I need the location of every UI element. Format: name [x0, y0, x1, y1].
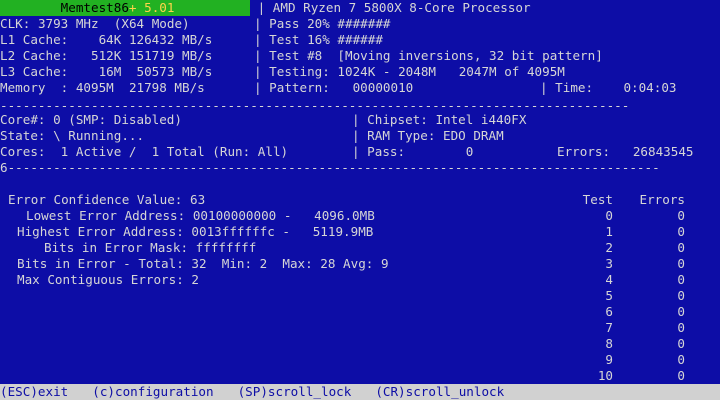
- app-plus: +: [128, 0, 137, 15]
- table-row: 60: [605, 304, 685, 319]
- test-errors-table: Test Errors 00 10 20 30 40 50 60 70 80 90…: [565, 192, 685, 384]
- pass-progress: | Pass 20% #######: [254, 16, 391, 31]
- clk-label: CLK:: [0, 16, 31, 31]
- table-row: 40: [605, 272, 685, 287]
- table-row: 20: [605, 240, 685, 255]
- app-version: 5.01: [144, 0, 175, 15]
- table-row: 70: [605, 320, 685, 335]
- errors-count: Errors: 26843545: [557, 144, 694, 159]
- pass-count: | Pass: 0: [352, 144, 474, 159]
- exit-key[interactable]: (ESC)exit: [0, 384, 68, 399]
- table-row: 10: [605, 224, 685, 239]
- table-row: 10 0: [597, 368, 685, 383]
- app-name: Memtest86: [60, 0, 129, 15]
- cpu-name: AMD Ryzen 7 5800X 8-Core Processor: [272, 0, 531, 15]
- table-row: 50: [605, 288, 685, 303]
- key-help-bar: (ESC)exit (c)configuration (SP)scroll_lock…: [0, 384, 720, 400]
- table-row: 80: [605, 336, 685, 351]
- table-header: Test Errors: [565, 192, 685, 208]
- header-test: Test: [582, 192, 613, 207]
- clk-mode: (X64 Mode): [113, 16, 190, 31]
- time-info: | Time: 0:04:03: [540, 80, 677, 95]
- l3-size: 16M: [98, 64, 122, 79]
- l3-speed: 50573 MB/s: [136, 64, 213, 79]
- mem-label: Memory :: [0, 80, 69, 95]
- l2-speed: 151719 MB/s: [128, 48, 213, 63]
- testing-range: | Testing: 1024K - 2048M 2047M of 4095M: [254, 64, 565, 79]
- l3-label: L3 Cache:: [0, 64, 69, 79]
- l1-size: 64K: [98, 32, 122, 47]
- table-row: 30: [605, 256, 685, 271]
- table-row: 90: [605, 352, 685, 367]
- test-progress: | Test 16% ######: [254, 32, 383, 47]
- mem-speed: 21798 MB/s: [128, 80, 205, 95]
- l2-label: L2 Cache:: [0, 48, 69, 63]
- test-number: | Test #8 [Moving inversions, 32 bit pat…: [254, 48, 603, 63]
- app-title-box: Memtest86+ 5.01: [0, 0, 250, 16]
- table-row: 00: [605, 208, 685, 223]
- ramtype-info: | RAM Type: EDO DRAM: [352, 128, 504, 143]
- chipset-info: | Chipset: Intel i440FX: [352, 112, 527, 127]
- header-row: Memtest86+ 5.01 | AMD Ryzen 7 5800X 8-Co…: [0, 0, 720, 16]
- memtest-screen: { "header": { "app_name": "Memtest86", "…: [0, 0, 720, 400]
- scroll-lock-key[interactable]: (SP)scroll_lock: [238, 384, 352, 399]
- config-key[interactable]: (c)configuration: [92, 384, 213, 399]
- scroll-unlock-key[interactable]: (CR)scroll_unlock: [375, 384, 504, 399]
- mem-size: 4095M: [75, 80, 114, 95]
- l1-label: L1 Cache:: [0, 32, 69, 47]
- pattern-info: | Pattern: 00000010: [254, 80, 414, 95]
- separator-row: 6---------------------------------------…: [0, 160, 660, 175]
- l2-size: 512K: [91, 48, 122, 63]
- clk-value: 3793 MHz: [37, 16, 99, 31]
- l1-speed: 126432 MB/s: [128, 32, 213, 47]
- header-errors: Errors: [639, 192, 686, 207]
